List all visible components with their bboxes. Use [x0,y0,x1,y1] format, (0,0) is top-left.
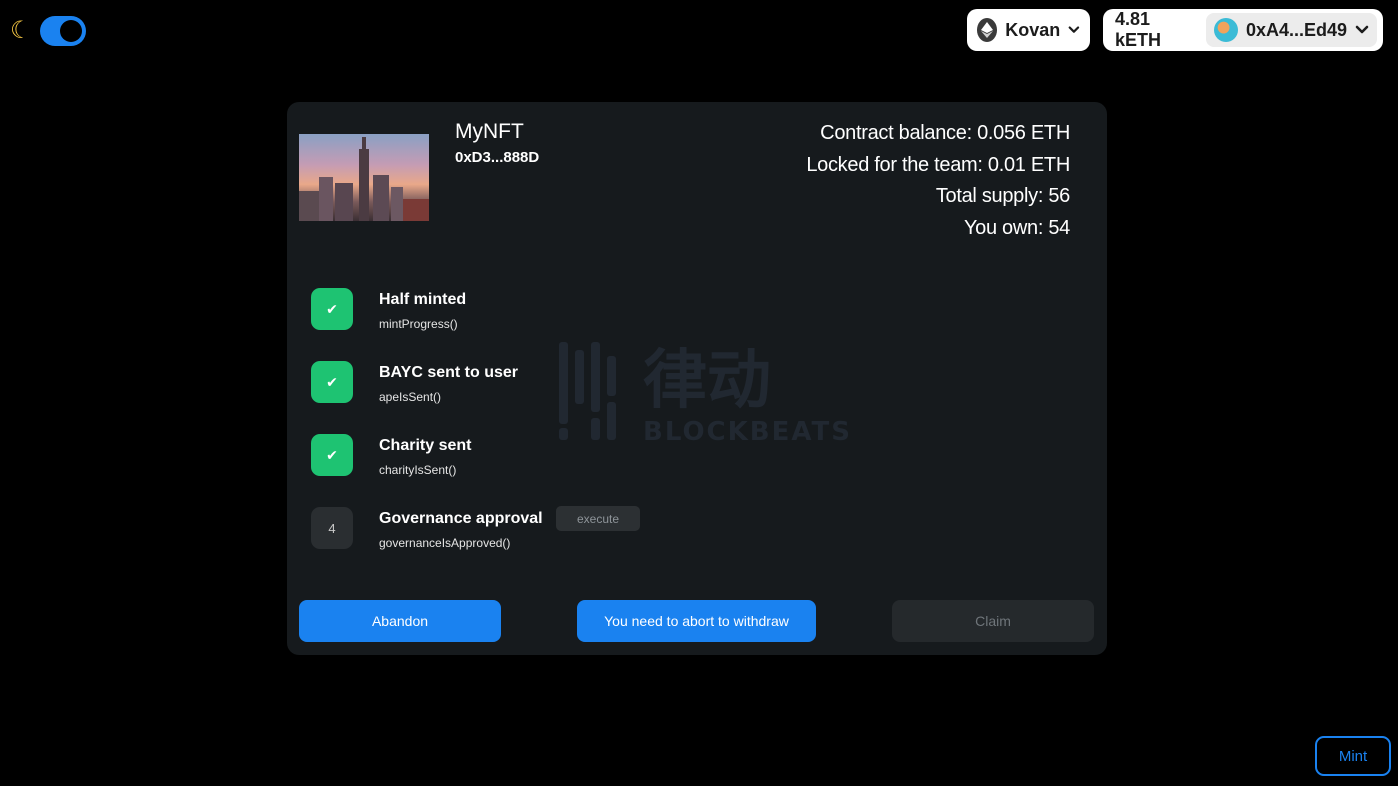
step-title: Charity sent [379,437,472,454]
ethereum-icon [977,18,998,42]
step-title: Governance approval [379,510,543,527]
avatar [1213,18,1238,42]
chevron-down-icon [1068,26,1080,33]
step-function: charityIsSent() [379,463,457,477]
moon-icon: ☾ [10,17,32,44]
network-selector[interactable]: Kovan [967,9,1090,51]
check-icon: ✔ [311,434,353,476]
watermark-cjk: 律动 [643,344,771,418]
theme-toggle[interactable]: ☾ [10,16,86,46]
nft-thumbnail [299,134,429,221]
locked-for-team: Locked for the team: 0.01 ETH [806,153,1070,176]
abandon-button[interactable]: Abandon [299,600,501,642]
wallet-widget: 4.81 kETH 0xA4...Ed49 [1103,9,1383,51]
nft-name: MyNFT [455,120,524,143]
watermark-latin: BLOCKBEATS [643,417,849,442]
contract-stats: Contract balance: 0.056 ETH Locked for t… [806,118,1070,244]
network-name: Kovan [1005,19,1061,40]
switch-knob [59,20,82,42]
nft-contract-card: MyNFT 0xD3...888D Contract balance: 0.05… [287,102,1107,655]
step-title: BAYC sent to user [379,364,518,381]
step-number-badge: 4 [311,507,353,549]
step-title: Half minted [379,291,467,308]
claim-button[interactable]: Claim [892,600,1094,642]
contract-balance: Contract balance: 0.056 ETH [820,122,1070,144]
dark-mode-switch[interactable] [39,16,86,46]
execute-button[interactable]: execute [556,506,640,531]
check-icon: ✔ [311,288,353,330]
check-icon: ✔ [311,361,353,403]
blockbeats-watermark: 律动 BLOCKBEATS [559,342,849,442]
nft-contract-address: 0xD3...888D [455,149,540,166]
step-function: governanceIsApproved() [379,536,511,550]
mint-button[interactable]: Mint [1315,736,1391,776]
total-supply: Total supply: 56 [935,185,1070,207]
step-function: mintProgress() [379,317,458,331]
account-button[interactable]: 0xA4...Ed49 [1205,13,1377,47]
abort-to-withdraw-button[interactable]: You need to abort to withdraw [577,600,816,642]
wallet-balance: 4.81 kETH [1115,9,1162,50]
chevron-down-icon [1355,25,1369,34]
step-function: apeIsSent() [379,390,442,404]
you-own: You own: 54 [963,216,1070,239]
wallet-address: 0xA4...Ed49 [1245,19,1347,40]
